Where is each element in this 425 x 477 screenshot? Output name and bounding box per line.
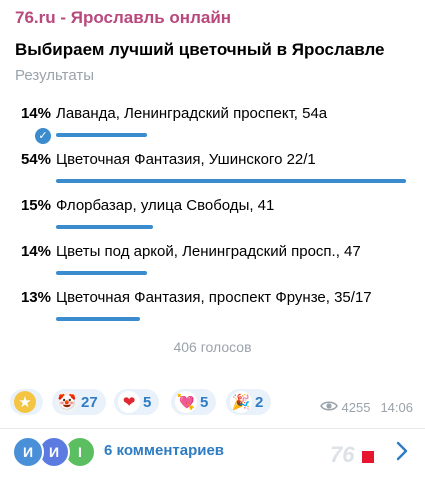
star-icon: ★ (14, 391, 36, 413)
option-percent: 15% (20, 197, 51, 214)
option-result-bar (56, 133, 147, 137)
option-percent: 54% (20, 151, 51, 168)
option-percent: 14% (20, 105, 51, 122)
comments-link[interactable]: 6 комментариев (104, 442, 224, 459)
poll-title: Выбираем лучший цветочный в Ярославле (15, 40, 385, 59)
option-text: Цветочная Фантазия, проспект Фрунзе, 35/… (56, 289, 372, 306)
poll-results-label: Результаты (15, 67, 94, 84)
reaction-chip[interactable]: ★ (10, 389, 43, 415)
option-result-bar (56, 271, 147, 275)
views-count: 4255 (341, 400, 371, 415)
option-percent: 14% (20, 243, 51, 260)
option-result-bar (56, 179, 406, 183)
poll-option[interactable]: 54% Цветочная Фантазия, Ушинского 22/1 (0, 151, 425, 197)
reaction-count: 27 (81, 393, 98, 411)
option-result-bar (56, 317, 140, 321)
eye-icon (319, 400, 338, 415)
option-text: Цветы под аркой, Ленинградский просп., 4… (56, 243, 361, 260)
reaction-chip[interactable]: 🎉 2 (226, 389, 272, 415)
reaction-count: 2 (255, 393, 264, 411)
reaction-chip[interactable]: ❤ 5 (114, 389, 160, 415)
comments-bar[interactable]: ИИI 6 комментариев 76 (0, 429, 425, 477)
option-text: Лаванда, Ленинградский проспект, 54а (56, 105, 328, 122)
channel-name[interactable]: 76.ru - Ярославль онлайн (15, 8, 231, 28)
poll-message: 76.ru - Ярославль онлайн Выбираем лучший… (0, 0, 425, 477)
option-result-bar (56, 225, 153, 229)
option-text: Флорбазар, улица Свободы, 41 (56, 197, 275, 214)
message-time: 14:06 (380, 400, 413, 415)
reaction-count: 5 (143, 393, 152, 411)
chevron-right-icon[interactable] (396, 441, 408, 466)
watermark-mark (362, 451, 374, 463)
poll-option[interactable]: 13% Цветочная Фантазия, проспект Фрунзе, … (0, 289, 425, 335)
heart-arrow-icon: 💘 (175, 391, 197, 413)
checkmark-icon: ✓ (33, 126, 53, 146)
avatar: И (12, 436, 44, 468)
party-popper-icon: 🎉 (230, 391, 252, 413)
votes-count[interactable]: 406 голосов (0, 339, 425, 355)
reaction-chip[interactable]: 🤡 27 (52, 389, 106, 415)
message-meta: 4255 14:06 (319, 400, 413, 415)
clown-icon: 🤡 (56, 391, 78, 413)
reaction-count: 5 (200, 393, 209, 411)
poll-option[interactable]: 15% Флорбазар, улица Свободы, 41 (0, 197, 425, 243)
watermark-logo: 76 (330, 442, 355, 467)
option-text: Цветочная Фантазия, Ушинского 22/1 (56, 151, 316, 168)
poll-option[interactable]: 14% Цветы под аркой, Ленинградский просп.… (0, 243, 425, 289)
option-percent: 13% (20, 289, 51, 306)
heart-icon: ❤ (118, 391, 140, 413)
poll-option[interactable]: 14% Лаванда, Ленинградский проспект, 54а ✓ (0, 105, 425, 151)
reaction-chip[interactable]: 💘 5 (171, 389, 217, 415)
